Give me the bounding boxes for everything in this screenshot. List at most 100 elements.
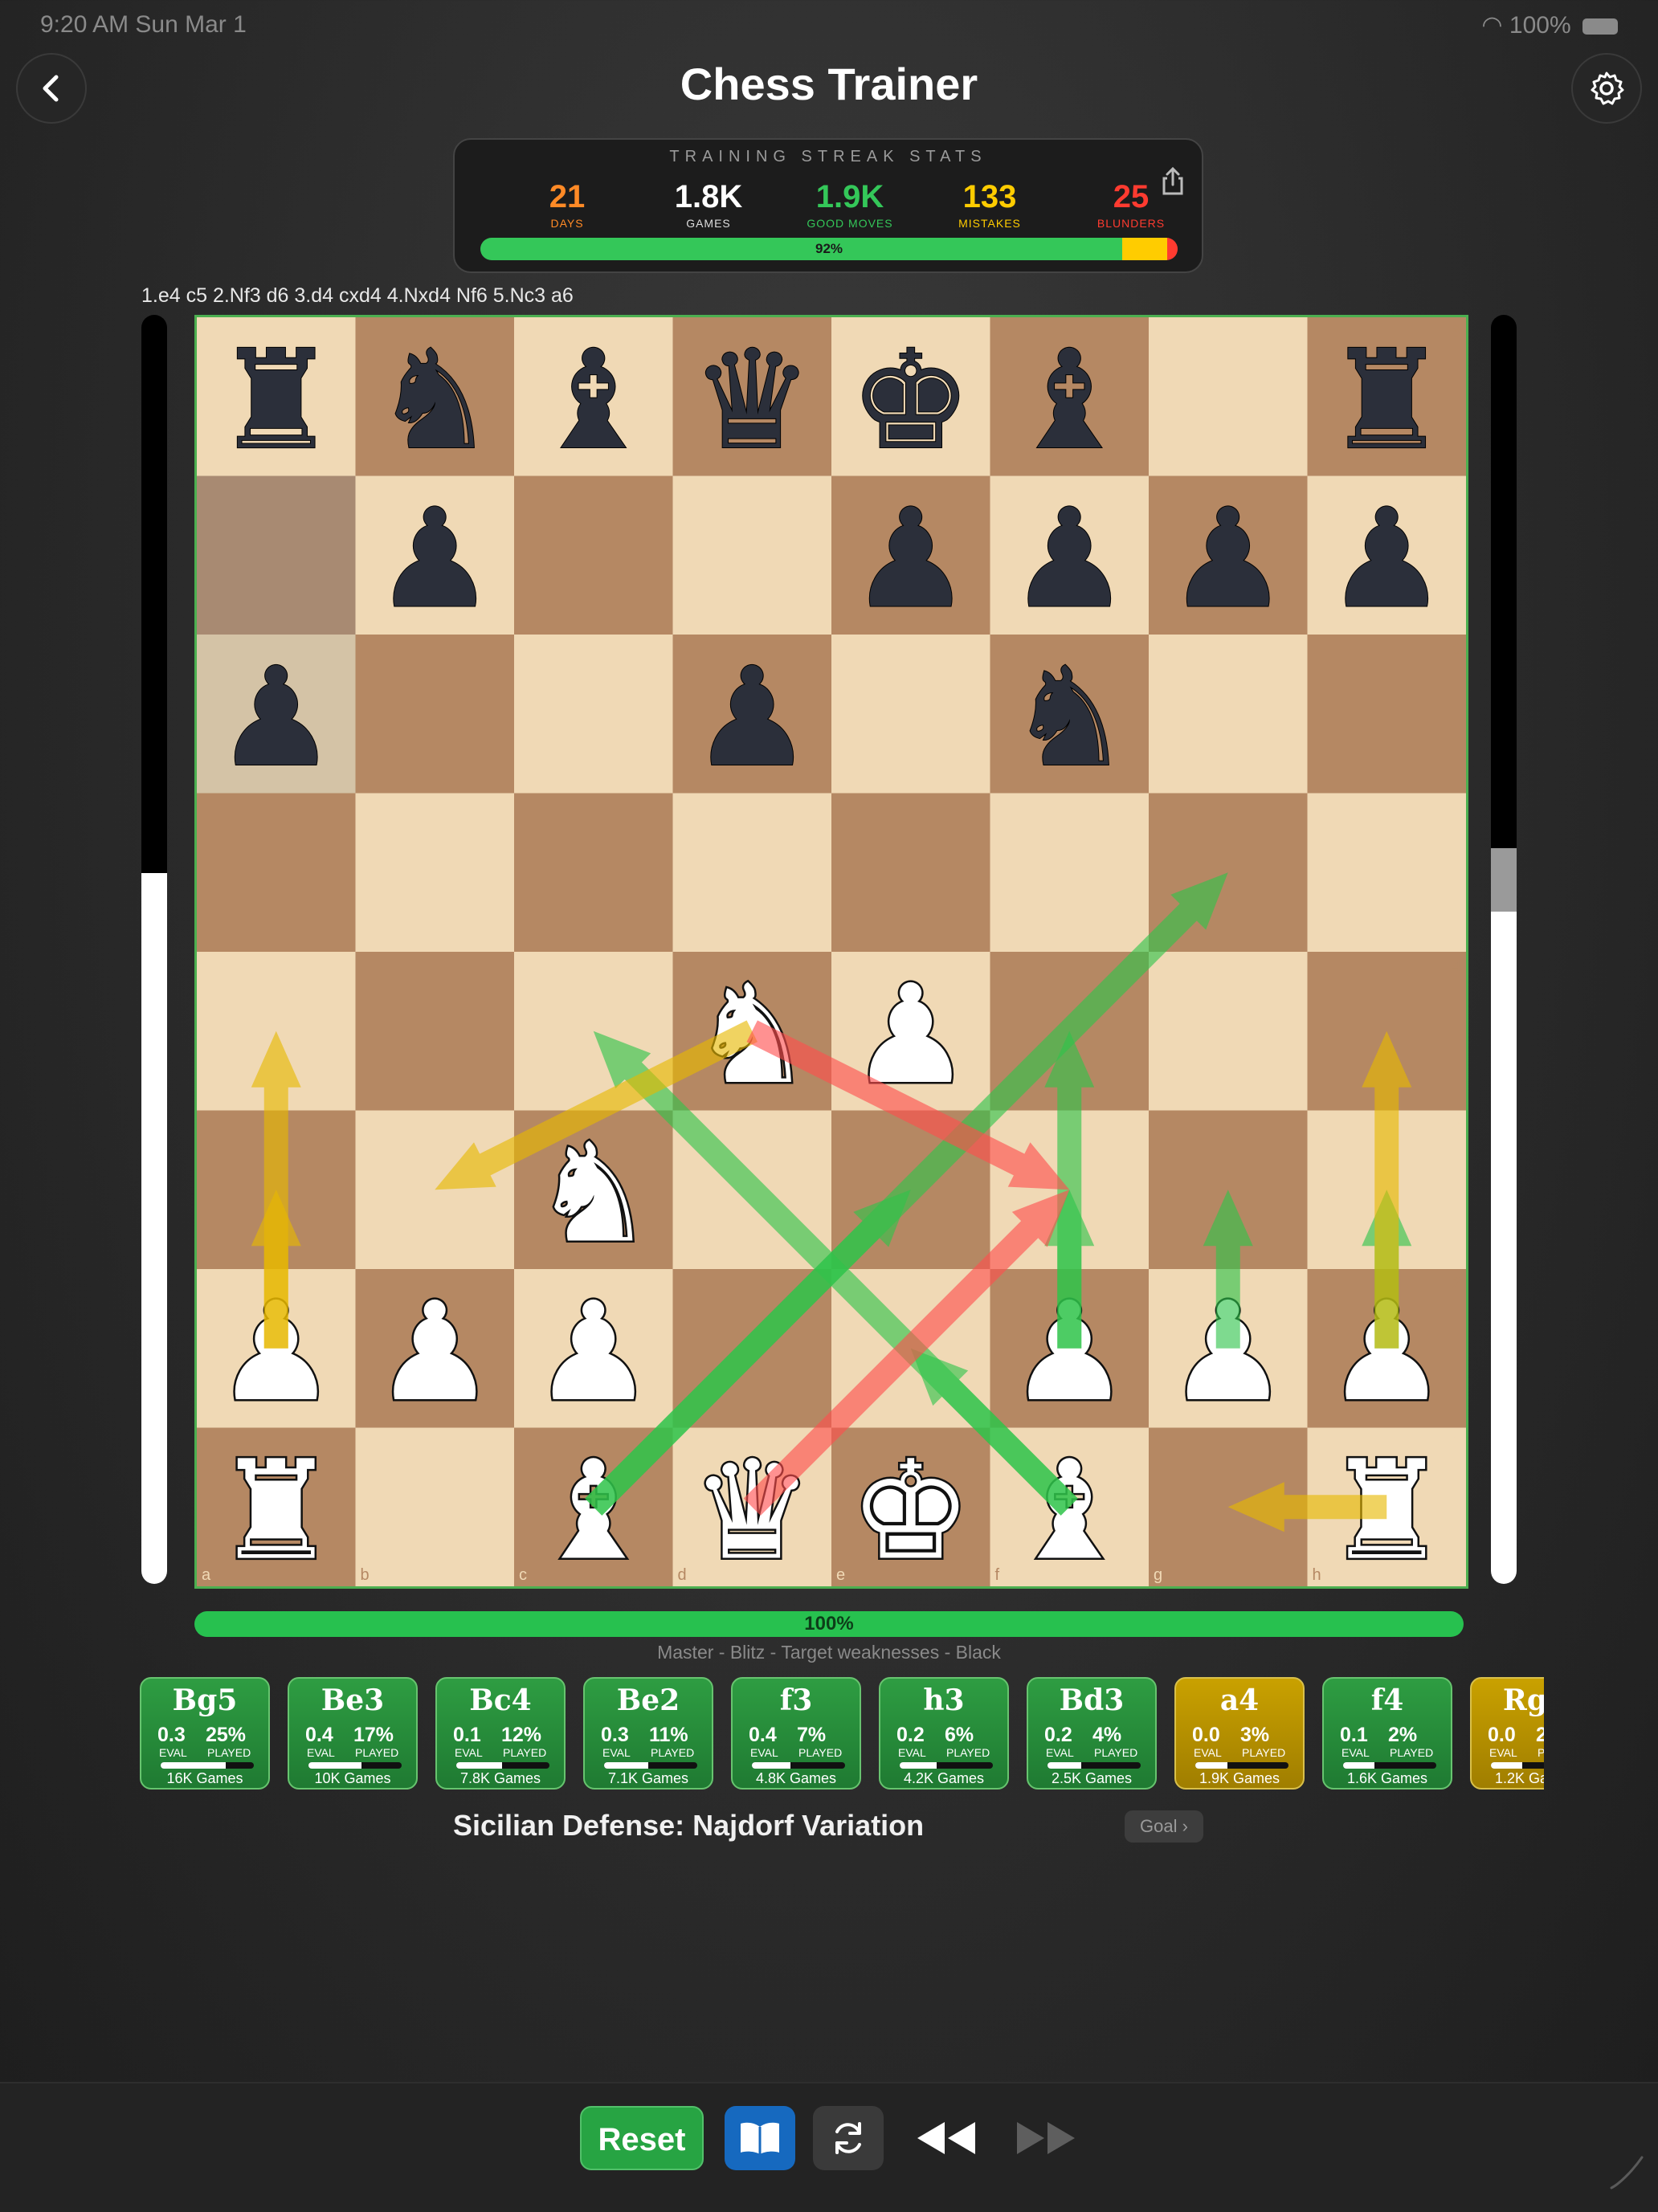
played-bar [1343, 1762, 1436, 1769]
white-king-e1[interactable]: ♚ [847, 1430, 974, 1586]
file-label: g [1154, 1566, 1162, 1584]
square-b6[interactable] [355, 635, 515, 794]
black-pawn-g7[interactable]: ♟ [1166, 479, 1290, 639]
book-button[interactable] [725, 2106, 795, 2170]
black-knight-b8[interactable]: ♞ [373, 320, 496, 481]
candidate-move-Rg1[interactable]: Rg1 0.0 2% EVAL PLAYED 1.2K Games [1470, 1677, 1544, 1790]
square-a7[interactable] [197, 475, 356, 635]
candidate-played: 11% [649, 1724, 688, 1746]
eval-caption: EVAL [159, 1746, 187, 1759]
square-f5[interactable] [990, 793, 1150, 953]
candidate-games: 7.8K Games [459, 1770, 541, 1786]
square-g4[interactable] [1149, 952, 1308, 1111]
white-rook-a1[interactable]: ♜ [213, 1430, 339, 1586]
stat-games: 1.8K GAMES [674, 179, 743, 230]
played-caption: PLAYED [651, 1746, 695, 1759]
file-label: c [519, 1566, 527, 1584]
candidate-games: 4.8K Games [755, 1770, 837, 1786]
square-e5[interactable] [831, 793, 990, 953]
square-b4[interactable] [355, 952, 515, 1111]
candidate-move-f3[interactable]: f3 0.4 7% EVAL PLAYED 4.8K Games [731, 1677, 861, 1790]
flip-board-button[interactable] [813, 2106, 884, 2170]
rank-label: 7 [1452, 482, 1461, 500]
candidate-move-Bd3[interactable]: Bd3 0.2 4% EVAL PLAYED 2.5K Games [1027, 1677, 1157, 1790]
candidate-move-Be3[interactable]: Be3 0.4 17% EVAL PLAYED 10K Games [288, 1677, 418, 1790]
step-forward-button[interactable] [1006, 2106, 1086, 2170]
square-c7[interactable] [514, 475, 673, 635]
black-rook-a8[interactable]: ♜ [214, 320, 338, 481]
candidate-move-label: f4 [1370, 1683, 1404, 1717]
file-label: b [361, 1566, 370, 1584]
candidate-move-label: Be3 [321, 1683, 385, 1717]
black-rook-h8[interactable]: ♜ [1325, 320, 1448, 481]
square-c6[interactable] [514, 635, 673, 794]
candidate-move-h3[interactable]: h3 0.2 6% EVAL PLAYED 4.2K Games [879, 1677, 1009, 1790]
step-back-button[interactable] [906, 2106, 986, 2170]
reset-button[interactable]: Reset [580, 2106, 704, 2170]
black-pawn-d6[interactable]: ♟ [690, 638, 814, 798]
board-svg[interactable]: 87654321a b c d e f g h ♜ ♞ ♝ ♛ ♚ ♝ ♜♟ ♟ ♟ ♟ ♟♟ ♟ ♞♞ ♟♞♟ ♟ ♟ ♟ ♟… [197, 317, 1466, 1586]
share-icon[interactable] [1157, 165, 1189, 198]
square-e6[interactable] [831, 635, 990, 794]
candidate-games: 16K Games [166, 1770, 243, 1786]
black-bishop-c8[interactable]: ♝ [532, 320, 655, 481]
square-d5[interactable] [672, 793, 832, 953]
square-c5[interactable] [514, 793, 673, 953]
black-knight-f6[interactable]: ♞ [1007, 638, 1131, 798]
candidate-moves-strip[interactable]: Bg5 0.3 25% EVAL PLAYED 16K Games Be3 0.4 17% EVA… [140, 1677, 1544, 1791]
candidate-games: 2.5K Games [1051, 1770, 1133, 1786]
candidate-move-Be2[interactable]: Be2 0.3 11% EVAL PLAYED 7.1K Games [583, 1677, 713, 1790]
white-pawn-c2[interactable]: ♟ [530, 1271, 656, 1434]
candidate-eval: 0.4 [305, 1724, 333, 1746]
eval-caption: EVAL [1046, 1746, 1074, 1759]
pencil-icon [1610, 2156, 1644, 2190]
square-g6[interactable] [1149, 635, 1308, 794]
square-b1[interactable] [355, 1427, 515, 1587]
file-label: h [1313, 1566, 1321, 1584]
played-caption: PLAYED [1094, 1746, 1138, 1759]
played-caption: PLAYED [1538, 1746, 1544, 1759]
square-a5[interactable] [197, 793, 356, 953]
square-b5[interactable] [355, 793, 515, 953]
candidate-move-label: f3 [779, 1683, 813, 1717]
black-king-e8[interactable]: ♚ [849, 320, 973, 481]
eval-caption: EVAL [1342, 1746, 1370, 1759]
square-h6[interactable] [1307, 635, 1467, 794]
played-caption: PLAYED [1242, 1746, 1286, 1759]
black-pawn-b7[interactable]: ♟ [373, 479, 496, 639]
square-h5[interactable] [1307, 793, 1467, 953]
square-d7[interactable] [672, 475, 832, 635]
rank-label: 3 [1452, 1116, 1461, 1134]
opening-name: Sicilian Defense: Najdorf Variation [453, 1809, 925, 1842]
candidate-played: 17% [353, 1724, 394, 1746]
black-pawn-f7[interactable]: ♟ [1007, 479, 1131, 639]
black-pawn-a6[interactable]: ♟ [214, 638, 338, 798]
rank-label: 8 [1452, 323, 1461, 341]
stats-heading: TRAINING STREAK STATS [669, 148, 987, 165]
black-pawn-h7[interactable]: ♟ [1325, 479, 1448, 639]
white-pawn-b2[interactable]: ♟ [372, 1271, 498, 1434]
black-bishop-f8[interactable]: ♝ [1007, 320, 1131, 481]
candidate-played: 4% [1092, 1724, 1122, 1746]
square-g8[interactable] [1149, 317, 1308, 476]
fast-forward-icon [1017, 2122, 1075, 2154]
candidate-games: 1.9K Games [1199, 1770, 1280, 1786]
gear-icon [1591, 71, 1624, 105]
candidate-move-Bc4[interactable]: Bc4 0.1 12% EVAL PLAYED 7.8K Games [435, 1677, 566, 1790]
candidate-played: 3% [1240, 1724, 1270, 1746]
goal-button[interactable]: Goal › [1125, 1810, 1203, 1843]
played-caption: PLAYED [503, 1746, 547, 1759]
black-pawn-e7[interactable]: ♟ [849, 479, 973, 639]
candidate-eval: 0.3 [601, 1724, 629, 1746]
candidate-played: 25% [206, 1724, 247, 1746]
stat-good-moves: 1.9K GOOD MOVES [807, 179, 893, 230]
black-queen-d8[interactable]: ♛ [690, 320, 814, 481]
chess-board[interactable]: 87654321abcdefgh ♜ ♞ ♝ ♛ ♚ ♝ ♜ ♟ ♟ ♟ ♟ ♟ ♟ ♟ ♞ ♞ ♟ ♞ ♟ ♟ ♟ ♟ ♟… [194, 315, 1468, 1589]
candidate-played: 2% [1388, 1724, 1418, 1746]
played-caption: PLAYED [946, 1746, 990, 1759]
candidate-move-a4[interactable]: a4 0.0 3% EVAL PLAYED 1.9K Games [1174, 1677, 1305, 1790]
candidate-move-Bg5[interactable]: Bg5 0.3 25% EVAL PLAYED 16K Games [140, 1677, 270, 1790]
settings-button[interactable] [1571, 53, 1642, 124]
candidate-move-f4[interactable]: f4 0.1 2% EVAL PLAYED 1.6K Games [1322, 1677, 1452, 1790]
candidate-move-label: h3 [923, 1683, 965, 1717]
